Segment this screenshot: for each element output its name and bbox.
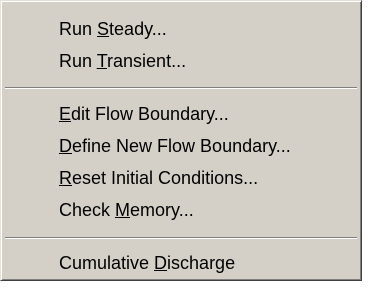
menu-item-mnemonic: D — [154, 253, 168, 273]
context-menu: Run Steady... Run Transient... Edit Flow… — [0, 0, 362, 281]
menu-item-edit-flow-boundary[interactable]: Edit Flow Boundary... — [59, 101, 229, 127]
menu-item-label: teady... — [109, 19, 167, 39]
menu-item-label: Run — [59, 51, 97, 71]
menu-item-label: dit Flow Boundary... — [71, 104, 229, 124]
menu-item-run-transient[interactable]: Run Transient... — [59, 48, 186, 74]
menu-item-label: ischarge — [167, 253, 236, 273]
menu-item-define-new-flow-boundary[interactable]: Define New Flow Boundary... — [59, 133, 291, 159]
menu-item-reset-initial-conditions[interactable]: Reset Initial Conditions... — [59, 165, 258, 191]
menu-separator — [5, 87, 357, 89]
menu-item-label: eset Initial Conditions... — [72, 168, 259, 188]
menu-item-label: emory... — [130, 200, 194, 220]
menu-item-label: ransient... — [107, 51, 187, 71]
menu-item-label: Cumulative — [59, 253, 155, 273]
menu-item-mnemonic: S — [97, 19, 110, 39]
menu-item-mnemonic: E — [59, 104, 72, 124]
menu-item-check-memory[interactable]: Check Memory... — [59, 197, 194, 223]
menu-item-cumulative-discharge[interactable]: Cumulative Discharge — [59, 250, 235, 276]
menu-item-mnemonic: R — [59, 168, 72, 188]
menu-item-label: efine New Flow Boundary... — [72, 136, 291, 156]
menu-item-label: Run — [59, 19, 98, 39]
menu-item-mnemonic: T — [96, 51, 108, 71]
menu-item-mnemonic: D — [59, 136, 72, 156]
menu-item-mnemonic: M — [115, 200, 131, 220]
menu-item-run-steady[interactable]: Run Steady... — [59, 16, 167, 42]
menu-item-label: Check — [59, 200, 116, 220]
menu-separator — [5, 237, 357, 239]
